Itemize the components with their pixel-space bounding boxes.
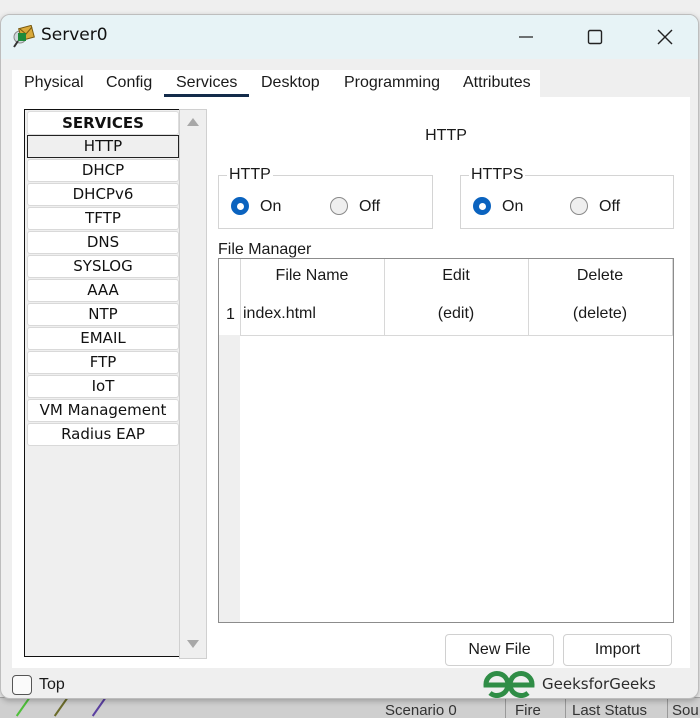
https-group-label: HTTPS — [469, 166, 526, 184]
service-item-aaa[interactable]: AAA — [27, 279, 179, 302]
tab-services[interactable]: Services — [176, 70, 237, 97]
column-last-status: Last Status — [572, 698, 668, 718]
panel-title: HTTP — [425, 127, 467, 144]
import-button[interactable]: Import — [563, 634, 672, 666]
tab-config[interactable]: Config — [106, 70, 152, 97]
service-item-radius-eap[interactable]: Radius EAP — [27, 423, 179, 446]
title-bar[interactable]: Server0 — [1, 15, 698, 59]
link-line-icon — [53, 697, 69, 717]
scroll-up-arrow-icon[interactable] — [187, 118, 199, 126]
http-group: HTTP On Off — [218, 166, 433, 229]
row-index: 1 — [226, 306, 235, 323]
background-app-strip: Scenario 0 Fire Last Status Sou — [0, 697, 700, 718]
new-file-button[interactable]: New File — [445, 634, 554, 666]
https-off-label[interactable]: Off — [599, 198, 620, 216]
https-off-radio[interactable] — [570, 197, 588, 215]
maximize-icon — [587, 29, 603, 45]
service-item-dhcpv6[interactable]: DHCPv6 — [27, 183, 179, 206]
edit-link[interactable]: (edit) — [384, 305, 528, 323]
tab-programming[interactable]: Programming — [344, 70, 440, 97]
top-checkbox[interactable] — [12, 675, 32, 695]
file-name-cell[interactable]: index.html — [243, 305, 316, 323]
geeksforgeeks-logo-icon — [483, 671, 535, 698]
minimize-button[interactable] — [503, 21, 549, 53]
http-on-label[interactable]: On — [260, 198, 281, 216]
tab-physical[interactable]: Physical — [24, 70, 84, 97]
https-group: HTTPS On Off — [460, 166, 674, 229]
file-manager-table: File Name Edit Delete 1 index.html (edit… — [218, 258, 674, 623]
http-group-label: HTTP — [227, 166, 273, 184]
top-checkbox-label[interactable]: Top — [39, 676, 65, 694]
https-on-label[interactable]: On — [502, 198, 523, 216]
tab-bar: Physical Config Services Desktop Program… — [12, 70, 540, 98]
service-item-email[interactable]: EMAIL — [27, 327, 179, 350]
https-on-radio[interactable] — [473, 197, 491, 215]
delete-link[interactable]: (delete) — [528, 305, 672, 323]
row-divider — [240, 335, 673, 336]
watermark-text: GeeksforGeeks — [542, 675, 656, 693]
server-envelope-icon — [13, 25, 35, 48]
service-item-ntp[interactable]: NTP — [27, 303, 179, 326]
scroll-down-arrow-icon[interactable] — [187, 640, 199, 648]
services-list: SERVICES HTTP DHCP DHCPv6 TFTP DNS SYSLO… — [24, 109, 180, 657]
services-header: SERVICES — [27, 111, 179, 135]
service-item-vm-management[interactable]: VM Management — [27, 399, 179, 422]
services-content: SERVICES HTTP DHCP DHCPv6 TFTP DNS SYSLO… — [12, 97, 690, 668]
scenario-select[interactable]: Scenario 0 — [385, 698, 506, 718]
link-line-icon — [15, 697, 31, 717]
service-item-dns[interactable]: DNS — [27, 231, 179, 254]
tab-desktop[interactable]: Desktop — [261, 70, 320, 97]
service-item-http[interactable]: HTTP — [27, 135, 179, 158]
column-header-file-name[interactable]: File Name — [240, 267, 384, 285]
window-title: Server0 — [41, 25, 108, 45]
service-item-tftp[interactable]: TFTP — [27, 207, 179, 230]
minimize-icon — [519, 36, 533, 38]
file-manager-label: File Manager — [218, 241, 312, 258]
service-item-dhcp[interactable]: DHCP — [27, 159, 179, 182]
close-button[interactable] — [642, 21, 688, 53]
service-item-ftp[interactable]: FTP — [27, 351, 179, 374]
link-line-icon — [91, 697, 107, 717]
service-item-syslog[interactable]: SYSLOG — [27, 255, 179, 278]
column-source: Sou — [672, 702, 699, 718]
empty-row-gutter — [219, 335, 240, 622]
maximize-button[interactable] — [572, 21, 618, 53]
close-icon — [657, 29, 673, 45]
column-divider — [672, 259, 673, 335]
server-window: Server0 Physical Config Services Desktop… — [0, 14, 699, 699]
service-item-iot[interactable]: IoT — [27, 375, 179, 398]
http-on-radio[interactable] — [231, 197, 249, 215]
column-header-edit[interactable]: Edit — [384, 267, 528, 285]
column-header-delete[interactable]: Delete — [528, 267, 672, 285]
column-fire: Fire — [515, 698, 566, 718]
http-off-label[interactable]: Off — [359, 198, 380, 216]
services-scrollbar[interactable] — [179, 109, 207, 659]
tab-attributes[interactable]: Attributes — [463, 70, 531, 97]
http-off-radio[interactable] — [330, 197, 348, 215]
